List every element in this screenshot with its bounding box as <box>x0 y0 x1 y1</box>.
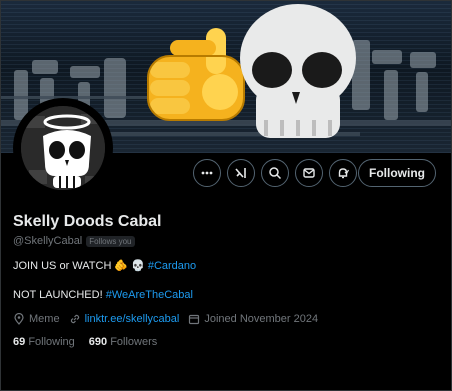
skull-icon <box>240 4 356 138</box>
following-button[interactable]: Following <box>358 159 436 187</box>
website-link[interactable]: linktr.ee/skellycabal <box>85 313 180 325</box>
grok-icon <box>235 168 246 178</box>
following-count: 69 <box>13 336 26 348</box>
hashtag-wearethecabal-link[interactable]: #WeAreTheCabal <box>106 289 193 301</box>
website-item: linktr.ee/skellycabal <box>69 313 180 325</box>
link-icon <box>70 314 79 324</box>
hashtag-cardano-link[interactable]: #Cardano <box>148 260 196 272</box>
handle-row: @SkellyCabal Follows you <box>13 235 135 247</box>
profile-action-buttons <box>193 159 357 187</box>
followers-stat[interactable]: 690 Followers <box>89 336 158 348</box>
followers-label: Followers <box>110 336 158 348</box>
bio-emojis: 🫵 💀 <box>114 260 145 272</box>
bio-text-1: JOIN US or WATCH <box>13 259 112 272</box>
follow-stats: 69 Following 690 Followers <box>13 336 157 348</box>
followers-count: 690 <box>88 336 108 348</box>
notification-bell-icon <box>338 168 350 179</box>
location-pin-icon <box>14 313 24 325</box>
joined-item: Joined November 2024 <box>188 313 318 325</box>
location-item: Meme <box>13 313 60 325</box>
following-label: Following <box>28 336 75 348</box>
more-icon <box>201 171 213 175</box>
pointing-hand-icon <box>147 28 245 121</box>
profile-handle: @SkellyCabal <box>13 235 83 247</box>
location-text: Meme <box>29 313 60 325</box>
message-button[interactable] <box>295 159 323 187</box>
display-name: Skelly Doods Cabal <box>13 213 162 230</box>
joined-text: Joined November 2024 <box>204 313 319 325</box>
search-button[interactable] <box>261 159 289 187</box>
follows-you-badge: Follows you <box>86 235 135 247</box>
profile-avatar[interactable] <box>13 98 113 198</box>
more-button[interactable] <box>193 159 221 187</box>
bio-line-2: NOT LAUNCHED! #WeAreTheCabal <box>13 289 193 301</box>
notifications-button[interactable] <box>329 159 357 187</box>
bio-text-2: NOT LAUNCHED! <box>13 289 103 301</box>
calendar-icon <box>189 314 200 325</box>
profile-meta: Meme linktr.ee/skellycabal Joined Novemb… <box>13 313 327 325</box>
grok-button[interactable] <box>227 159 255 187</box>
search-icon <box>269 167 282 180</box>
following-stat[interactable]: 69 Following <box>13 336 75 348</box>
message-icon <box>303 168 315 178</box>
bio-line-1: JOIN US or WATCH 🫵 💀 #Cardano <box>13 259 196 273</box>
